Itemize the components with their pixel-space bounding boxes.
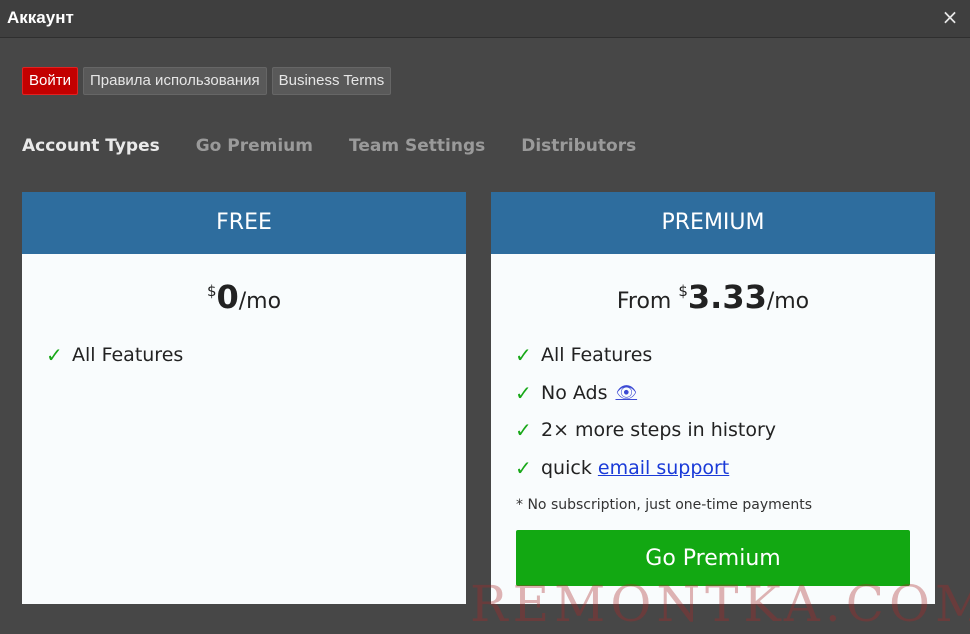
tab-account-types[interactable]: Account Types <box>22 136 160 156</box>
feature-label: All Features <box>72 344 184 366</box>
premium-period: /mo <box>766 289 810 314</box>
free-amount: 0 <box>216 278 239 316</box>
free-plan-title: FREE <box>22 192 466 254</box>
premium-feature-list: ✓ All Features ✓ No Ads 👁 ✓ 2× more step… <box>515 342 776 492</box>
premium-plan-price: From $3.33/mo <box>491 272 935 321</box>
premium-plan-title: PREMIUM <box>491 192 935 254</box>
feature-label: 2× more steps in history <box>541 419 777 441</box>
list-item: ✓ All Features <box>515 342 776 380</box>
feature-label: No Ads <box>541 381 608 404</box>
feature-label: All Features <box>541 344 653 366</box>
check-icon: ✓ <box>46 343 63 367</box>
tab-distributors[interactable]: Distributors <box>521 136 636 156</box>
free-period: /mo <box>238 289 282 314</box>
premium-amount: 3.33 <box>687 278 767 316</box>
login-button[interactable]: Войти <box>22 67 78 95</box>
free-feature-list: ✓ All Features <box>46 342 183 380</box>
list-item: ✓ No Ads 👁 <box>515 380 776 418</box>
feature-label: quick <box>541 456 598 479</box>
premium-from-label: From <box>616 289 679 314</box>
premium-plan-card: PREMIUM From $3.33/mo ✓ All Features ✓ N… <box>491 192 935 604</box>
list-item: ✓ 2× more steps in history <box>515 417 776 455</box>
list-item: ✓ All Features <box>46 342 183 380</box>
check-icon: ✓ <box>515 455 532 480</box>
check-icon: ✓ <box>515 343 532 367</box>
window-title: Аккаунт <box>7 8 74 27</box>
title-bar: Аккаунт × <box>0 0 970 38</box>
tab-team-settings[interactable]: Team Settings <box>349 136 485 156</box>
go-premium-button[interactable]: Go Premium <box>516 530 910 586</box>
free-plan-price: $0/mo <box>22 272 466 321</box>
list-item: ✓ quick email support <box>515 455 776 493</box>
business-terms-button[interactable]: Business Terms <box>271 67 392 95</box>
free-plan-card: FREE $0/mo ✓ All Features <box>22 192 466 604</box>
tab-go-premium[interactable]: Go Premium <box>196 136 313 156</box>
terms-of-use-button[interactable]: Правила использования <box>82 67 267 95</box>
email-support-link[interactable]: email support <box>598 455 729 481</box>
eye-icon[interactable]: 👁 <box>616 380 638 406</box>
account-button-row: Войти Правила использования Business Ter… <box>22 67 392 95</box>
check-icon: ✓ <box>515 380 532 405</box>
tab-bar: Account Types Go Premium Team Settings D… <box>22 136 636 156</box>
check-icon: ✓ <box>515 418 532 442</box>
close-icon[interactable]: × <box>940 6 960 28</box>
payment-note: * No subscription, just one-time payment… <box>516 497 813 513</box>
premium-currency: $ <box>678 282 688 300</box>
